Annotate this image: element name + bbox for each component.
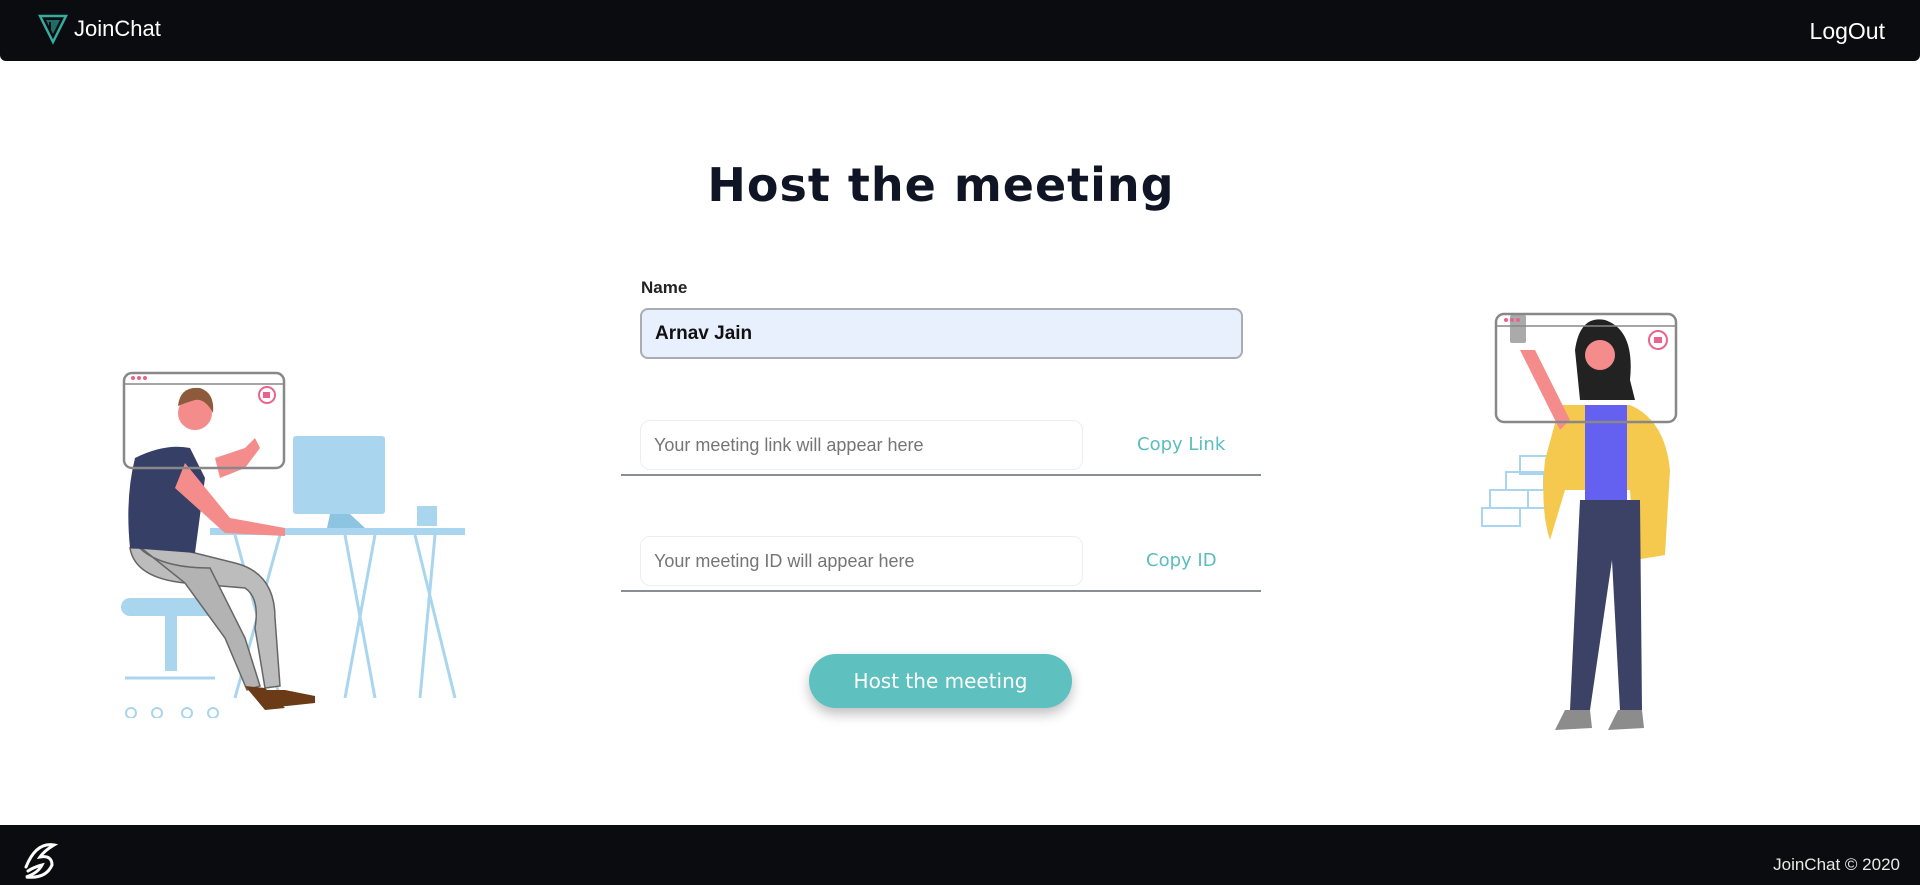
brand[interactable]: JoinChat — [38, 12, 161, 46]
meeting-link-row: Copy Link — [621, 420, 1261, 476]
page-title: Host the meeting — [707, 158, 1175, 212]
footer-copyright: JoinChat © 2020 — [1773, 855, 1900, 874]
top-navbar: JoinChat LogOut — [0, 0, 1920, 61]
footer: JoinChat © 2020 — [0, 825, 1920, 885]
brand-name: JoinChat — [74, 16, 161, 41]
name-label: Name — [641, 278, 688, 297]
signature-logo-icon — [24, 843, 59, 879]
woman-with-phone-illustration — [1481, 312, 1678, 730]
meeting-id-field[interactable] — [640, 536, 1083, 586]
meeting-link-field[interactable] — [640, 420, 1083, 470]
host-meeting-button[interactable]: Host the meeting — [809, 654, 1072, 708]
name-input[interactable] — [640, 308, 1243, 359]
man-at-desk-illustration — [121, 371, 465, 718]
copy-link-button[interactable]: Copy Link — [1137, 434, 1225, 455]
copy-id-button[interactable]: Copy ID — [1146, 550, 1217, 571]
meeting-id-row: Copy ID — [621, 536, 1261, 592]
joinchat-logo-icon — [38, 14, 68, 45]
logout-link[interactable]: LogOut — [1810, 18, 1885, 45]
